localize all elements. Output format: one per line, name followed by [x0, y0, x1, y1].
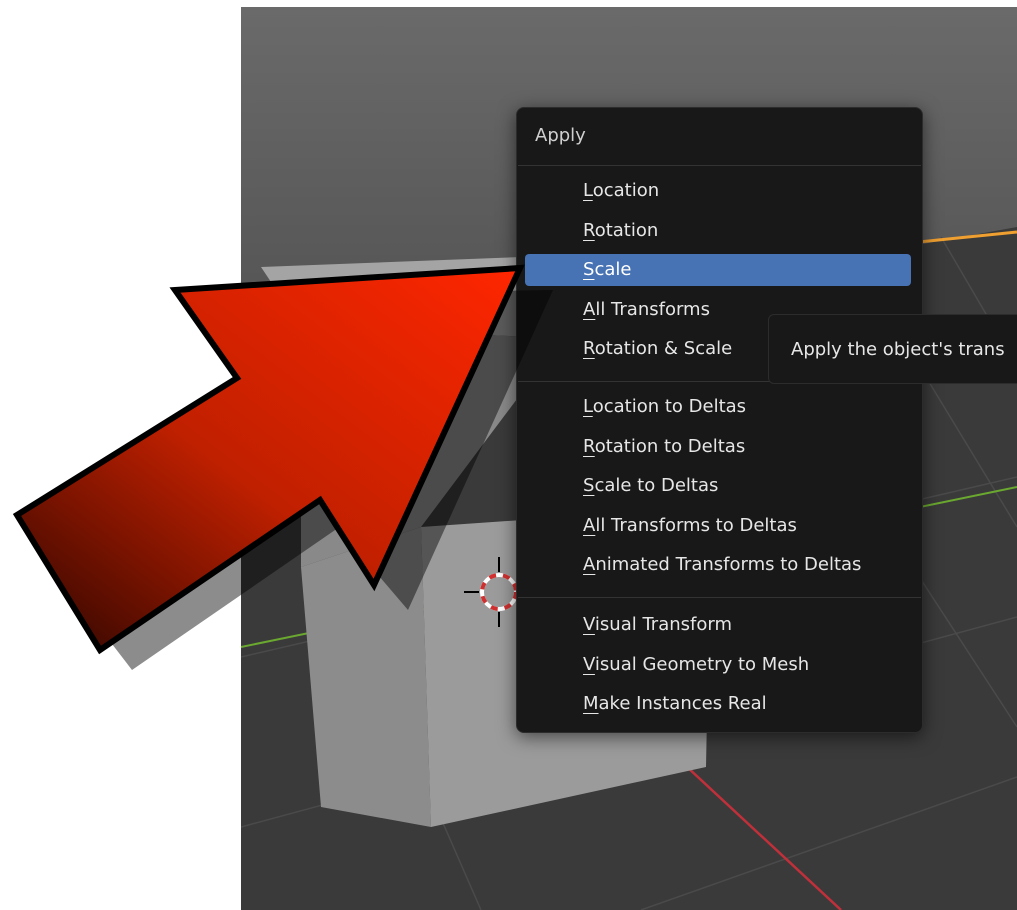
menu-item-label: nimated Transforms to Deltas	[595, 554, 862, 575]
menu-item-visual-geometry-to-mesh[interactable]: Visual Geometry to Mesh	[525, 649, 911, 681]
menu-item-hotkey: R	[583, 435, 595, 457]
menu-item-hotkey: L	[583, 180, 593, 201]
menu-item-label: otation & Scale	[594, 338, 733, 359]
menu-item-location[interactable]: Location	[525, 175, 911, 207]
menu-item-location-to-deltas[interactable]: Location to Deltas	[525, 391, 911, 423]
menu-item-make-instances-real[interactable]: Make Instances Real	[525, 688, 911, 720]
menu-item-hotkey: A	[583, 554, 596, 575]
menu-item-rotation[interactable]: Rotation	[525, 215, 911, 247]
menu-item-hotkey: V	[583, 653, 595, 675]
tooltip: Apply the object's trans	[768, 314, 1017, 384]
menu-item-scale[interactable]: Scale	[525, 254, 911, 286]
menu-item-label: isual Geometry to Mesh	[594, 653, 810, 675]
menu-item-label: ll Transforms	[595, 298, 710, 320]
menu-item-label: isual Transform	[594, 614, 732, 635]
menu-item-hotkey: R	[583, 219, 595, 241]
menu-item-hotkey: L	[583, 396, 593, 417]
menu-item-label: otation to Deltas	[594, 435, 746, 457]
menu-item-hotkey: R	[583, 338, 595, 359]
menu-item-hotkey: S	[583, 259, 595, 280]
menu-item-label: cale to Deltas	[594, 475, 719, 496]
menu-item-visual-transform[interactable]: Visual Transform	[525, 609, 911, 641]
menu-item-label: ake Instances Real	[598, 693, 767, 714]
menu-item-label: otation	[594, 219, 659, 241]
menu-item-animated-transforms-to-deltas[interactable]: Animated Transforms to Deltas	[525, 549, 911, 581]
menu-separator	[518, 597, 921, 598]
menu-item-label: ocation	[592, 180, 660, 201]
menu-item-hotkey: A	[583, 298, 596, 320]
menu-item-label: cale	[594, 259, 632, 280]
cube-left-lower	[301, 527, 431, 827]
menu-item-scale-to-deltas[interactable]: Scale to Deltas	[525, 470, 911, 502]
menu-title: Apply	[535, 125, 586, 146]
menu-item-all-transforms-to-deltas[interactable]: All Transforms to Deltas	[525, 510, 911, 542]
menu-item-label: ll Transforms to Deltas	[595, 514, 797, 536]
menu-item-hotkey: A	[583, 514, 596, 536]
menu-item-hotkey: M	[583, 693, 599, 714]
menu-item-hotkey: S	[583, 475, 595, 496]
menu-item-rotation-to-deltas[interactable]: Rotation to Deltas	[525, 431, 911, 463]
menu-item-label: ocation to Deltas	[592, 396, 747, 417]
menu-item-hotkey: V	[583, 614, 595, 635]
menu-separator	[518, 165, 921, 166]
apply-menu: Apply Location Rotation Scale All Transform…	[516, 107, 923, 733]
